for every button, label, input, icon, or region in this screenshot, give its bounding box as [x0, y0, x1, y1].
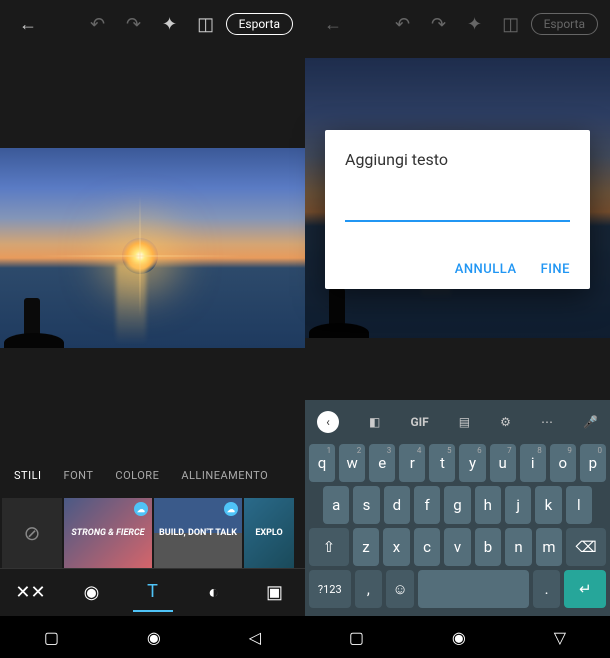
nav-recent-icon[interactable]: ▢: [44, 628, 59, 647]
more-icon[interactable]: ⋯: [541, 415, 553, 429]
top-toolbar: ← ↶ ↷ ✦ ◫ Esporta: [305, 0, 610, 48]
key-t[interactable]: t5: [429, 444, 455, 482]
eye-icon[interactable]: ◉: [72, 574, 112, 611]
tab-styles[interactable]: STILI: [4, 461, 52, 490]
undo-icon[interactable]: ↶: [387, 8, 419, 40]
backspace-key[interactable]: ⌫: [566, 528, 606, 566]
key-w[interactable]: w2: [339, 444, 365, 482]
soft-keyboard: ‹ ◧ GIF ▤ ⚙ ⋯ 🎤 q1w2e3r4t5y6u7i8o9p0 asd…: [305, 400, 610, 616]
key-p[interactable]: p0: [580, 444, 606, 482]
cloud-icon: ☁: [224, 502, 238, 516]
export-button[interactable]: Esporta: [531, 13, 598, 35]
key-j[interactable]: j: [505, 486, 531, 524]
tab-color[interactable]: COLORE: [105, 461, 169, 490]
gif-button[interactable]: GIF: [410, 415, 428, 429]
android-nav: ▢ ◉ ◁: [0, 616, 305, 658]
export-button[interactable]: Esporta: [226, 13, 293, 35]
numbers-key[interactable]: ?123: [309, 570, 351, 608]
nav-back-icon[interactable]: ▽: [554, 628, 566, 647]
key-q[interactable]: q1: [309, 444, 335, 482]
style-card-3[interactable]: EXPLO: [244, 498, 294, 568]
back-icon[interactable]: ←: [317, 8, 349, 40]
auto-enhance-icon[interactable]: ✦: [154, 8, 186, 40]
nav-back-icon[interactable]: ◁: [249, 628, 261, 647]
style-card-label: STRONG & FIERCE: [71, 528, 144, 538]
auto-enhance-icon[interactable]: ✦: [459, 8, 491, 40]
shift-key[interactable]: ⇧: [309, 528, 349, 566]
back-icon[interactable]: ←: [12, 8, 44, 40]
clipboard-icon[interactable]: ▤: [459, 415, 470, 429]
tab-font[interactable]: FONT: [54, 461, 104, 490]
editor-panel: STILI FONT COLORE ALLINEAMENTO ⊘ ☁ STRON…: [0, 453, 305, 658]
add-text-dialog: Aggiungi testo ANNULLA FINE: [325, 130, 590, 289]
heal-icon[interactable]: ✕✕: [11, 574, 51, 611]
key-h[interactable]: h: [475, 486, 501, 524]
key-l[interactable]: l: [566, 486, 592, 524]
key-z[interactable]: z: [353, 528, 380, 566]
key-x[interactable]: x: [383, 528, 410, 566]
cancel-button[interactable]: ANNULLA: [455, 262, 517, 277]
style-card-1[interactable]: ☁ STRONG & FIERCE: [64, 498, 152, 568]
key-e[interactable]: e3: [369, 444, 395, 482]
style-card-label: EXPLO: [255, 528, 282, 538]
canvas-image[interactable]: [0, 148, 305, 348]
tool-tabs: ✕✕ ◉ T ◐ ▣: [0, 568, 305, 616]
dialog-title: Aggiungi testo: [345, 150, 570, 169]
text-input[interactable]: [345, 198, 570, 222]
undo-icon[interactable]: ↶: [82, 8, 114, 40]
style-card-label: BUILD, DON'T TALK: [159, 528, 237, 538]
nav-home-icon[interactable]: ◉: [452, 628, 466, 647]
chevron-left-icon[interactable]: ‹: [317, 411, 339, 433]
keyboard-toolbar: ‹ ◧ GIF ▤ ⚙ ⋯ 🎤: [309, 404, 606, 440]
key-i[interactable]: i8: [520, 444, 546, 482]
key-v[interactable]: v: [444, 528, 471, 566]
key-f[interactable]: f: [414, 486, 440, 524]
key-k[interactable]: k: [535, 486, 561, 524]
key-a[interactable]: a: [323, 486, 349, 524]
key-o[interactable]: o9: [550, 444, 576, 482]
sticker-icon[interactable]: ◧: [369, 415, 380, 429]
style-card-2[interactable]: ☁ BUILD, DON'T TALK: [154, 498, 242, 568]
style-presets: ⊘ ☁ STRONG & FIERCE ☁ BUILD, DON'T TALK …: [0, 498, 305, 568]
space-key[interactable]: [418, 570, 529, 608]
key-r[interactable]: r4: [399, 444, 425, 482]
key-n[interactable]: n: [505, 528, 532, 566]
text-icon[interactable]: T: [133, 573, 173, 612]
nav-recent-icon[interactable]: ▢: [349, 628, 364, 647]
comma-key[interactable]: ,: [355, 570, 383, 608]
key-y[interactable]: y6: [459, 444, 485, 482]
layers-icon[interactable]: ◫: [190, 8, 222, 40]
right-screen: ← ↶ ↷ ✦ ◫ Esporta Aggiungi testo ANNULLA…: [305, 0, 610, 658]
nav-home-icon[interactable]: ◉: [147, 628, 161, 647]
mic-icon[interactable]: 🎤: [583, 415, 598, 429]
key-g[interactable]: g: [444, 486, 470, 524]
key-m[interactable]: m: [536, 528, 563, 566]
done-button[interactable]: FINE: [541, 262, 570, 277]
tab-alignment[interactable]: ALLINEAMENTO: [171, 461, 278, 490]
enter-key[interactable]: ↵: [564, 570, 606, 608]
key-b[interactable]: b: [475, 528, 502, 566]
settings-icon[interactable]: ⚙: [500, 415, 511, 429]
android-nav: ▢ ◉ ▽: [305, 616, 610, 658]
key-d[interactable]: d: [384, 486, 410, 524]
style-none[interactable]: ⊘: [2, 498, 62, 568]
redo-icon[interactable]: ↷: [423, 8, 455, 40]
frame-icon[interactable]: ▣: [255, 574, 295, 611]
top-toolbar: ← ↶ ↷ ✦ ◫ Esporta: [0, 0, 305, 48]
key-s[interactable]: s: [353, 486, 379, 524]
emoji-key[interactable]: ☺: [386, 570, 414, 608]
redo-icon[interactable]: ↷: [118, 8, 150, 40]
text-tabs: STILI FONT COLORE ALLINEAMENTO: [0, 453, 305, 498]
period-key[interactable]: .: [533, 570, 561, 608]
cloud-icon: ☁: [134, 502, 148, 516]
key-u[interactable]: u7: [490, 444, 516, 482]
sunset-image: [0, 148, 305, 348]
effects-icon[interactable]: ◐: [194, 574, 234, 611]
layers-icon[interactable]: ◫: [495, 8, 527, 40]
left-screen: ← ↶ ↷ ✦ ◫ Esporta STILI FONT COLORE ALLI…: [0, 0, 305, 658]
key-c[interactable]: c: [414, 528, 441, 566]
